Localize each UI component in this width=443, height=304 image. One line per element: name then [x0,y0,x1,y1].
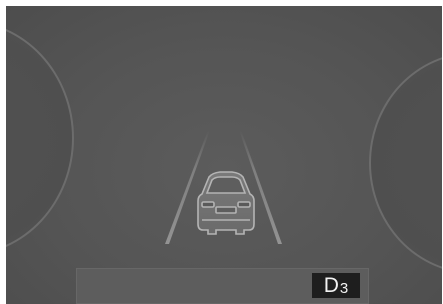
lane-view [165,130,282,244]
gear-letter: D [323,274,339,297]
car-rear-view-icon [197,171,255,235]
instrument-cluster-display [6,6,442,304]
gear-number: 3 [339,280,349,297]
gear-position-indicator: D 3 [312,273,360,298]
